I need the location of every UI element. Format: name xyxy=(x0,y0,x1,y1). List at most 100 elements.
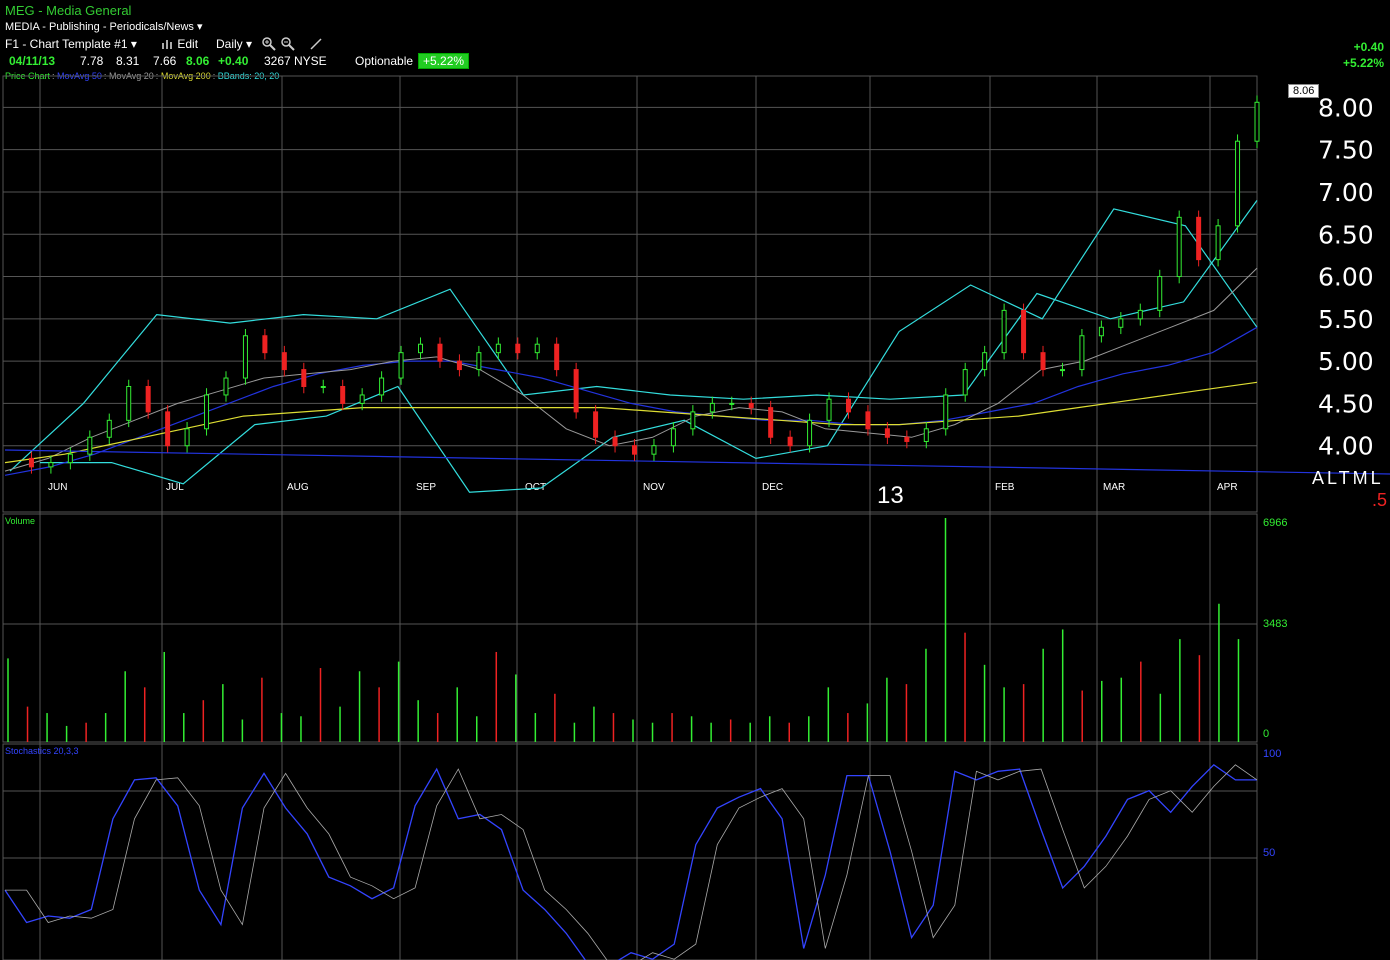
ma20-line xyxy=(4,267,1258,472)
candle-body xyxy=(1254,101,1260,142)
month-label-dec: DEC xyxy=(762,482,783,493)
stoch-scale-mid: 50 xyxy=(1263,847,1276,859)
price-tick-label: 4.00 xyxy=(1318,432,1374,461)
month-label-oct: OCT xyxy=(525,482,546,493)
price-tick-label: 8.00 xyxy=(1318,93,1374,122)
candle-body xyxy=(554,343,560,371)
candle-body xyxy=(165,411,171,447)
candle-body xyxy=(223,377,229,396)
candle-body xyxy=(359,394,365,404)
candle-body xyxy=(748,402,754,409)
candle-body xyxy=(534,343,540,354)
bband-lower-line xyxy=(40,208,1258,493)
candle-body xyxy=(1098,326,1104,337)
month-label-mar: MAR xyxy=(1103,482,1125,493)
candle-body xyxy=(807,419,813,447)
price-tick-label: 4.50 xyxy=(1318,389,1374,418)
candle-body xyxy=(904,436,910,442)
candle-body xyxy=(398,352,404,379)
candle-body xyxy=(1059,369,1065,372)
candle-body xyxy=(787,436,793,447)
candle-body xyxy=(612,436,618,447)
price-tick-label: 5.50 xyxy=(1318,305,1374,334)
candle-body xyxy=(28,457,34,468)
candle-body xyxy=(1196,216,1202,261)
candle-body xyxy=(145,386,151,413)
candle-body xyxy=(340,386,346,404)
candle-body xyxy=(262,335,268,354)
volume-scale-zero: 0 xyxy=(1263,728,1270,740)
chart-window: MEG - Media General MEDIA - Publishing -… xyxy=(0,0,1390,960)
candle-body xyxy=(884,428,890,438)
candle-body xyxy=(845,398,851,413)
candle-body xyxy=(768,407,774,438)
candle-body xyxy=(670,428,676,447)
candle-body xyxy=(87,436,93,455)
candle-body xyxy=(1079,335,1085,371)
month-label-aug: AUG xyxy=(287,482,309,493)
last-price-tag: 8.06 xyxy=(1288,84,1320,98)
month-label-apr: APR xyxy=(1217,482,1238,493)
chart-canvas[interactable]: 4.004.505.005.506.006.507.007.508.00JUN J… xyxy=(0,0,1390,960)
candle-body xyxy=(943,394,949,430)
long-ma-line xyxy=(4,449,1390,475)
candle-body xyxy=(982,352,988,371)
candle-body xyxy=(1118,318,1124,328)
candle-body xyxy=(923,428,929,442)
candle-body xyxy=(593,411,599,438)
candle-body xyxy=(1215,225,1221,261)
candle-body xyxy=(826,398,832,421)
candle-body xyxy=(301,369,307,388)
stoch-title: Stochastics 20,3,3 xyxy=(5,746,79,756)
month-label-jun: JUN xyxy=(48,482,67,493)
candle-body xyxy=(1176,216,1182,278)
ma200-line xyxy=(4,381,1258,464)
candle-body xyxy=(184,428,190,447)
candle-body xyxy=(476,352,482,371)
candle-body xyxy=(632,445,637,455)
candle-body xyxy=(1137,309,1143,320)
altml-label: ALTML xyxy=(1312,468,1384,488)
candle-body xyxy=(1021,309,1027,354)
altml-button[interactable]: ALTML xyxy=(1312,468,1384,489)
candle-body xyxy=(204,394,210,430)
candle-body xyxy=(573,369,579,413)
price-tick-label: 6.00 xyxy=(1318,263,1374,292)
candle-body xyxy=(729,402,735,405)
candle-body xyxy=(320,386,326,388)
altml-value: .5 xyxy=(1372,490,1388,510)
candle-body xyxy=(67,453,73,464)
candle-body xyxy=(437,343,443,362)
month-label-feb: FEB xyxy=(995,482,1015,493)
candle-body xyxy=(962,369,968,396)
bband-upper-line xyxy=(9,200,1258,472)
candle-body xyxy=(865,411,871,430)
candle-body xyxy=(242,335,248,379)
candle-body xyxy=(1157,276,1163,311)
candle-body xyxy=(456,360,462,371)
panel-frame-0 xyxy=(2,75,1258,513)
panel-frame-2 xyxy=(2,743,1258,960)
stoch-k-line xyxy=(4,763,1257,960)
price-tick-label: 7.00 xyxy=(1318,178,1374,207)
candle-body xyxy=(379,377,385,396)
candle-body xyxy=(651,445,657,455)
volume-scale-mid: 3483 xyxy=(1263,618,1288,630)
price-tick-label: 6.50 xyxy=(1318,220,1374,249)
candle-body xyxy=(1235,140,1241,227)
volume-scale-top: 6966 xyxy=(1263,517,1288,529)
volume-title: Volume xyxy=(5,516,36,526)
price-tick-label: 5.00 xyxy=(1318,347,1374,376)
candle-body xyxy=(690,411,696,430)
month-label-sep: SEP xyxy=(416,482,436,493)
candle-body xyxy=(418,343,424,354)
candle-body xyxy=(1001,309,1007,354)
candle-body xyxy=(495,343,501,354)
panel-frame-1 xyxy=(2,513,1258,743)
year-label: 13 xyxy=(877,482,904,509)
candle-body xyxy=(281,352,287,371)
month-label-nov: NOV xyxy=(643,482,665,493)
candle-body xyxy=(1040,352,1046,371)
candle-body xyxy=(515,343,521,354)
stoch-scale-top: 100 xyxy=(1263,748,1282,760)
